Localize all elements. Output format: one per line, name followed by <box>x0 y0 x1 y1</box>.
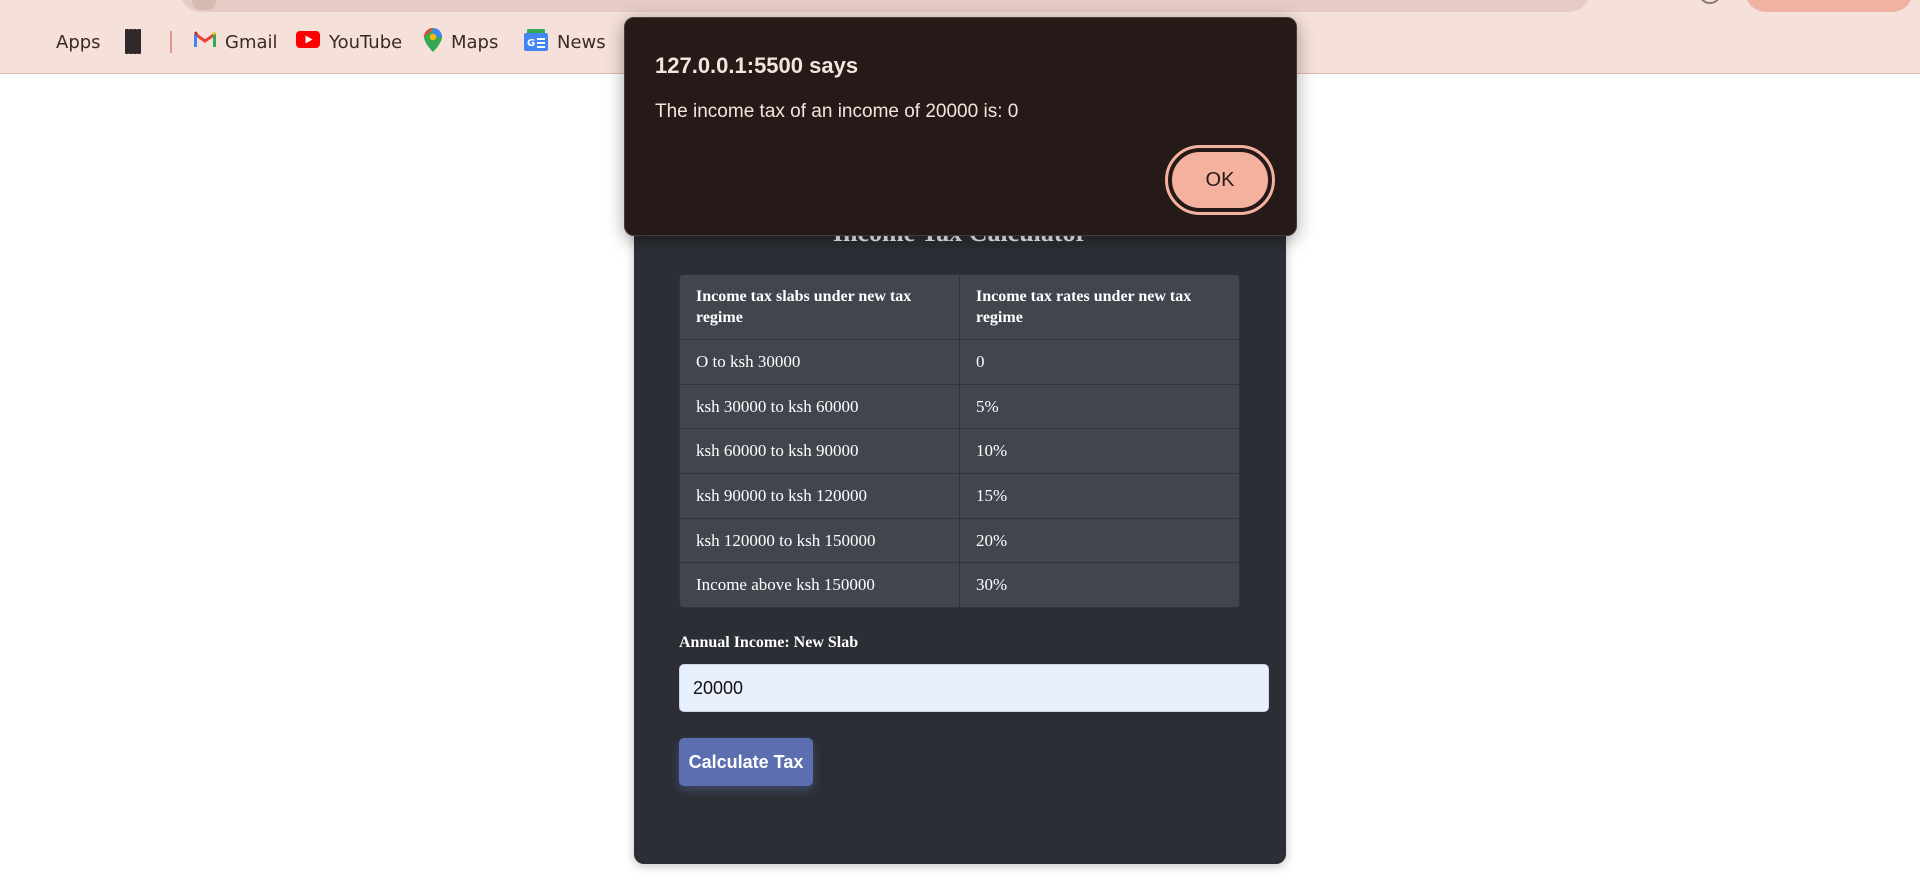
table-row: O to ksh 30000 0 <box>679 339 1240 385</box>
bookmark-label: Maps <box>451 31 499 53</box>
tax-slab-table: Income tax slabs under new tax regime In… <box>679 274 1240 609</box>
alert-dialog: 127.0.0.1:5500 says The income tax of an… <box>624 17 1297 236</box>
browser-action-button[interactable] <box>1745 0 1913 12</box>
rate-cell: 5% <box>959 383 1240 430</box>
dialog-message: The income tax of an income of 20000 is:… <box>655 101 1019 122</box>
calculate-tax-button[interactable]: Calculate Tax <box>679 738 813 786</box>
table-row: ksh 90000 to ksh 120000 15% <box>679 473 1240 519</box>
bookmark-gmail[interactable]: Gmail <box>194 26 278 58</box>
slab-cell: ksh 30000 to ksh 60000 <box>679 383 960 430</box>
bookmark-label: YouTube <box>329 31 403 53</box>
bookmarks-divider <box>170 31 172 53</box>
bookmark-label: Apps <box>56 31 101 53</box>
slab-cell: ksh 90000 to ksh 120000 <box>679 473 960 519</box>
slab-cell: ksh 60000 to ksh 90000 <box>679 428 960 475</box>
bookmark-apps[interactable]: Apps <box>27 26 101 58</box>
slab-cell: ksh 120000 to ksh 150000 <box>679 517 960 564</box>
apps-grid-icon <box>27 32 47 52</box>
address-bar[interactable] <box>180 0 1590 12</box>
news-icon: G <box>524 28 548 56</box>
table-row: ksh 120000 to ksh 150000 20% <box>679 517 1240 564</box>
table-row: ksh 30000 to ksh 60000 5% <box>679 383 1240 430</box>
rate-cell: 15% <box>959 473 1240 519</box>
gmail-icon <box>194 31 216 53</box>
bookmark-news[interactable]: G News <box>524 26 606 58</box>
dialog-origin-title: 127.0.0.1:5500 says <box>655 53 859 78</box>
slab-cell: O to ksh 30000 <box>679 339 960 385</box>
bookmark-label: Gmail <box>225 31 278 53</box>
rate-cell: 20% <box>959 517 1240 564</box>
bookmark-label: News <box>557 31 606 53</box>
table-header-row: Income tax slabs under new tax regime In… <box>679 274 1240 340</box>
bookmark-maps[interactable]: Maps <box>424 26 498 58</box>
header-rates: Income tax rates under new tax regime <box>959 274 1240 340</box>
annual-income-input[interactable] <box>679 664 1269 712</box>
site-info-icon[interactable] <box>192 0 216 10</box>
profile-icon[interactable] <box>1700 0 1720 4</box>
ok-button[interactable]: OK <box>1165 145 1275 215</box>
svg-text:G: G <box>527 38 535 49</box>
annual-income-label: Annual Income: New Slab <box>679 634 859 651</box>
rate-cell: 10% <box>959 428 1240 475</box>
rate-cell: 0 <box>959 339 1240 385</box>
slab-cell: Income above ksh 150000 <box>679 562 960 609</box>
header-slabs: Income tax slabs under new tax regime <box>679 274 960 340</box>
youtube-icon <box>296 31 320 53</box>
rate-cell: 30% <box>959 562 1240 609</box>
table-row: Income above ksh 150000 30% <box>679 562 1240 609</box>
bookmark-youtube[interactable]: YouTube <box>296 26 402 58</box>
bookmark-tiles[interactable] <box>125 26 156 58</box>
table-row: ksh 60000 to ksh 90000 10% <box>679 428 1240 475</box>
calculator-card: Income Tax Calculator Income tax slabs u… <box>634 188 1286 864</box>
tiles-icon <box>125 29 147 54</box>
maps-icon <box>424 27 442 57</box>
